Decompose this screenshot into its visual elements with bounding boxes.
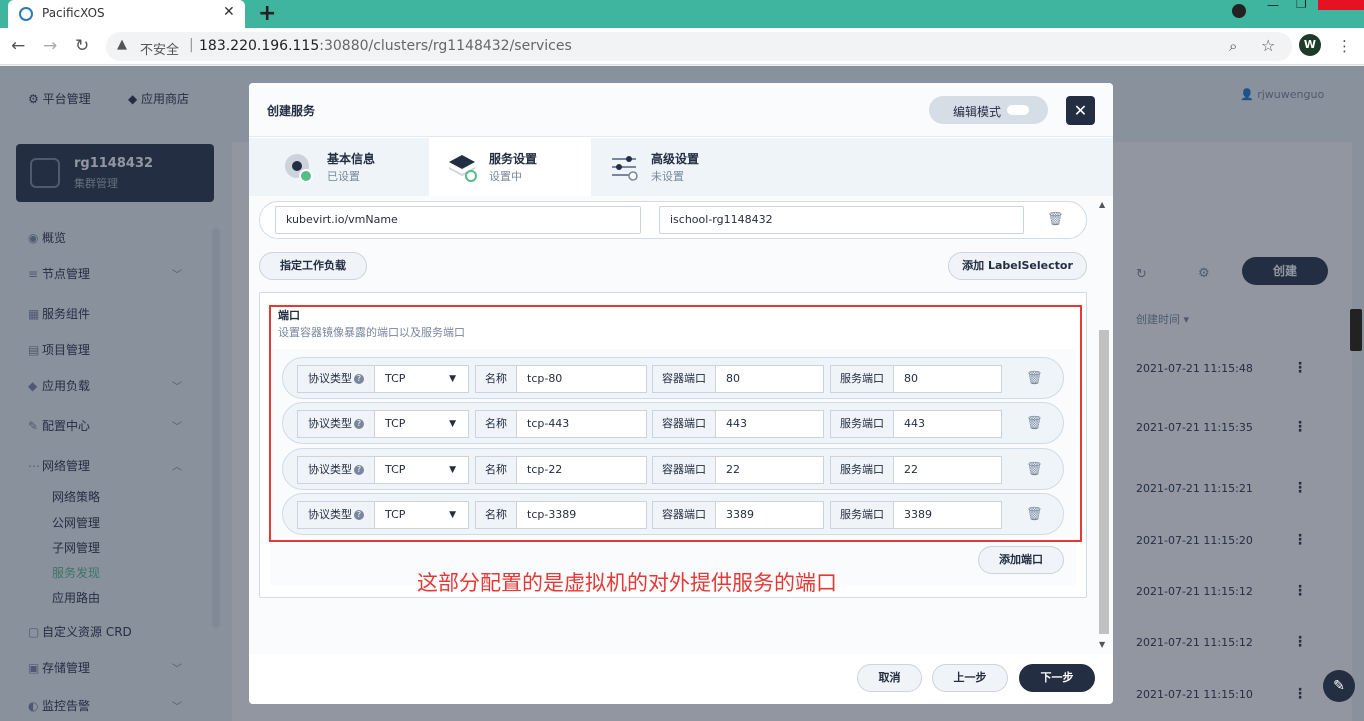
minimize-icon[interactable]: — <box>1267 0 1279 14</box>
edit-mode-label: 编辑模式 <box>953 105 1002 119</box>
step-title: 服务设置 <box>489 152 538 166</box>
step-title: 高级设置 <box>651 152 700 166</box>
step-title: 基本信息 <box>327 152 376 166</box>
browser-tab[interactable]: PacificXOS ✕ <box>8 0 245 28</box>
scroll-up-icon[interactable]: ▲ <box>1099 200 1105 209</box>
label-key-input[interactable]: kubevirt.io/vmName <box>275 206 641 234</box>
annotation-text: 这部分配置的是虚拟机的对外提供服务的端口 <box>417 571 837 595</box>
window-close-icon[interactable] <box>1318 0 1364 10</box>
step-status: 设置中 <box>489 170 522 183</box>
modal-header: 创建服务 编辑模式 ✕ <box>249 83 1113 137</box>
edit-mode-toggle[interactable]: 编辑模式 <box>929 96 1048 124</box>
step-tabs: 基本信息 已设置 服务设置 设置中 高级设置 未设置 <box>249 138 1113 196</box>
tab-close-icon[interactable]: ✕ <box>223 4 235 20</box>
zoom-icon[interactable]: ⌕ <box>1229 37 1237 55</box>
label-value-input[interactable]: ischool-rg1148432 <box>659 206 1024 234</box>
modal-scrollbar[interactable]: ▲ ▼ <box>1097 196 1111 654</box>
security-label: 不安全 <box>140 43 180 58</box>
browser-tab-bar: PacificXOS ✕ + — ❐ <box>0 0 1364 28</box>
profile-avatar[interactable]: W <box>1299 34 1321 56</box>
sliders-icon <box>612 156 638 181</box>
new-tab-button[interactable]: + <box>258 1 276 26</box>
add-port-button[interactable]: 添加端口 <box>978 546 1064 574</box>
url-text: 183.220.196.115:30880/clusters/rg1148432… <box>199 38 572 54</box>
trash-icon[interactable]: 🗑 <box>1047 212 1064 227</box>
cancel-button[interactable]: 取消 <box>857 664 922 692</box>
scrollbar-thumb[interactable] <box>1099 330 1109 634</box>
favicon-icon <box>19 7 33 21</box>
url-host: 183.220.196.115 <box>199 38 320 54</box>
scroll-down-icon[interactable]: ▼ <box>1099 640 1105 649</box>
forward-icon[interactable]: → <box>43 36 57 56</box>
edge-handle[interactable] <box>1350 309 1362 351</box>
url-field[interactable]: ▲ 不安全 | 183.220.196.115:30880/clusters/r… <box>106 32 1292 61</box>
annotation-highlight-box <box>269 305 1082 542</box>
label-selector-row: kubevirt.io/vmName ischool-rg1148432 🗑 <box>259 201 1087 239</box>
modal-title: 创建服务 <box>267 104 316 118</box>
toggle-switch-icon <box>1007 105 1029 115</box>
next-step-button[interactable]: 下一步 <box>1019 664 1095 692</box>
browser-menu-icon[interactable]: ⋮ <box>1337 37 1352 55</box>
tools-fab-icon[interactable]: ✎ <box>1323 670 1355 702</box>
previous-step-button[interactable]: 上一步 <box>932 664 1008 692</box>
step-advanced-settings[interactable]: 高级设置 未设置 <box>591 138 753 196</box>
modal-close-button[interactable]: ✕ <box>1066 96 1095 125</box>
profile-dropdown-icon[interactable] <box>1232 4 1246 18</box>
address-bar: ← → ↻ ▲ 不安全 | 183.220.196.115:30880/clus… <box>0 28 1364 65</box>
maximize-icon[interactable]: ❐ <box>1296 0 1307 13</box>
step-basic-info[interactable]: 基本信息 已设置 <box>249 138 411 196</box>
add-label-selector-button[interactable]: 添加 LabelSelector <box>948 252 1087 280</box>
url-path: :30880/clusters/rg1148432/services <box>319 38 572 54</box>
assign-workload-button[interactable]: 指定工作负载 <box>259 252 367 280</box>
modal-footer: 取消 上一步 下一步 <box>249 654 1113 704</box>
url-separator: | <box>189 37 194 53</box>
disc-icon <box>285 154 313 182</box>
warning-icon: ▲ <box>117 37 127 52</box>
step-status: 未设置 <box>651 170 684 183</box>
bookmark-star-icon[interactable]: ☆ <box>1261 36 1275 55</box>
tab-title: PacificXOS <box>42 6 105 20</box>
back-icon[interactable]: ← <box>11 36 25 56</box>
step-status: 已设置 <box>327 170 360 183</box>
layers-icon <box>449 155 477 182</box>
step-service-settings[interactable]: 服务设置 设置中 <box>429 138 591 196</box>
reload-icon[interactable]: ↻ <box>75 36 89 56</box>
